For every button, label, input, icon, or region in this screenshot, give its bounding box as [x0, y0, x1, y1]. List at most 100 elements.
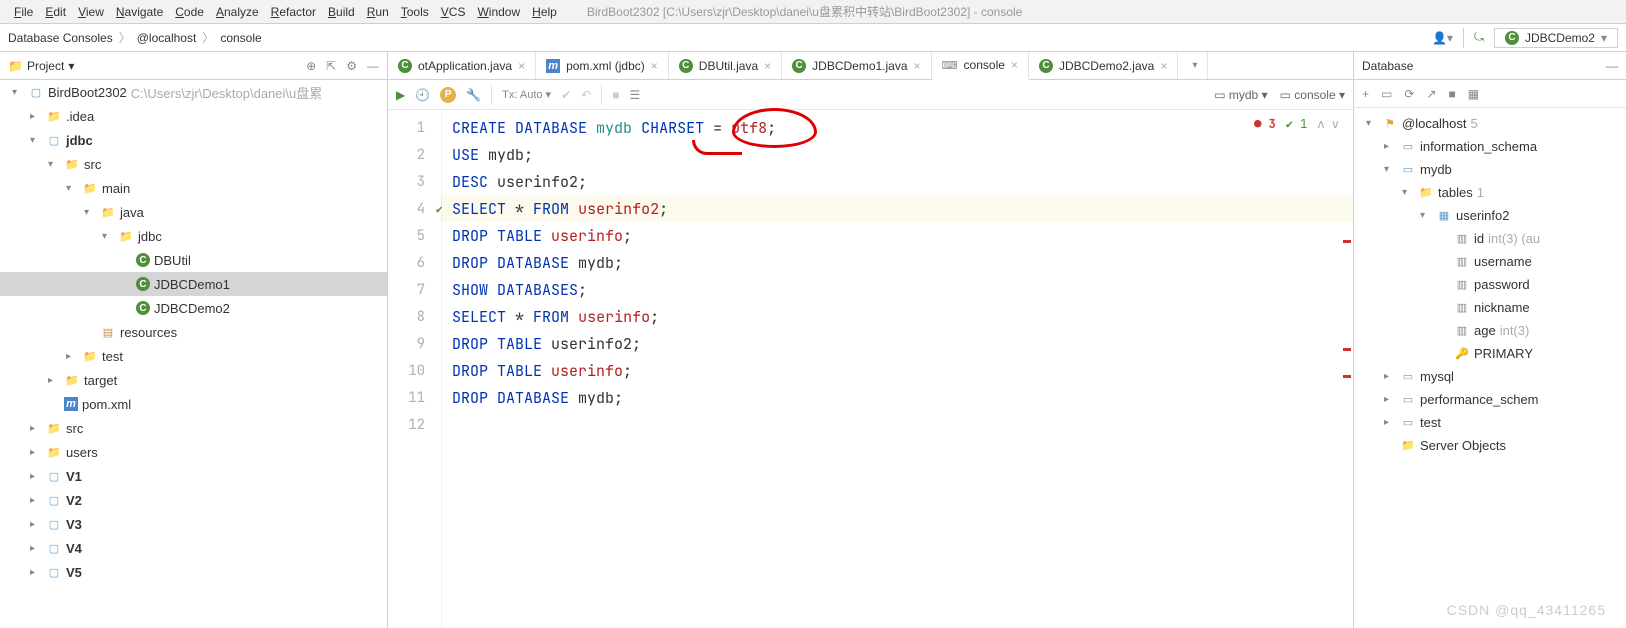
tree-item[interactable]: ▸▢V3 [0, 512, 387, 536]
close-icon[interactable]: × [518, 59, 525, 73]
filter-icon[interactable]: ▦ [1468, 87, 1479, 101]
code-line[interactable]: DESC userinfo2; [442, 168, 1353, 195]
stop-icon[interactable]: ■ [612, 88, 619, 102]
explain-icon[interactable]: P [440, 87, 456, 103]
user-icon[interactable]: 👤▾ [1432, 31, 1453, 45]
db-tree-item[interactable]: 🔑PRIMARY [1354, 342, 1626, 365]
tree-item[interactable]: ▸📁test [0, 344, 387, 368]
project-tree[interactable]: ▾▢BirdBoot2302 C:\Users\zjr\Desktop\dane… [0, 80, 387, 628]
db-tree-item[interactable]: ▸▭mysql [1354, 365, 1626, 388]
menu-refactor[interactable]: Refactor [265, 3, 322, 21]
build-icon[interactable]: ⤿ [1474, 30, 1484, 45]
error-indicator[interactable]: ● 3 [1254, 116, 1276, 132]
close-icon[interactable]: × [1011, 58, 1018, 72]
warn-indicator[interactable]: ✔ 1 [1286, 116, 1308, 132]
editor-tab[interactable]: mpom.xml (jdbc)× [536, 52, 669, 79]
tx-mode[interactable]: Tx: Auto ▾ [502, 88, 551, 101]
close-icon[interactable]: × [651, 59, 658, 73]
db-tree-item[interactable]: ▾▭mydb [1354, 158, 1626, 181]
db-tree-item[interactable]: ▾⚑@localhost 5 [1354, 112, 1626, 135]
tab-overflow[interactable]: ▾ [1178, 52, 1208, 79]
menu-help[interactable]: Help [526, 3, 563, 21]
close-icon[interactable]: × [1160, 59, 1167, 73]
menu-vcs[interactable]: VCS [435, 3, 472, 21]
run-config-select[interactable]: C JDBCDemo2 ▾ [1494, 28, 1618, 48]
code-line[interactable]: SHOW DATABASES; [442, 276, 1353, 303]
menu-navigate[interactable]: Navigate [110, 3, 169, 21]
refresh-icon[interactable]: ⟳ [1404, 87, 1414, 101]
code-inspection-status[interactable]: ● 3 ✔ 1 ʌ v [1254, 116, 1339, 132]
settings-icon[interactable]: ⚙ [346, 59, 357, 73]
wrench-icon[interactable]: 🔧 [466, 88, 481, 102]
menu-file[interactable]: File [8, 3, 39, 21]
db-context[interactable]: ▭ mydb ▾ [1214, 88, 1267, 102]
tree-item[interactable]: ▾▢BirdBoot2302 C:\Users\zjr\Desktop\dane… [0, 80, 387, 104]
hide-icon[interactable]: — [1606, 59, 1618, 73]
database-tree[interactable]: ▾⚑@localhost 5▸▭information_schema▾▭mydb… [1354, 108, 1626, 628]
editor-tab[interactable]: CotApplication.java× [388, 52, 536, 79]
menu-code[interactable]: Code [169, 3, 210, 21]
menu-build[interactable]: Build [322, 3, 361, 21]
collapse-icon[interactable]: ⇱ [326, 59, 336, 73]
code-line[interactable]: DROP DATABASE mydb; [442, 249, 1353, 276]
breadcrumb-item[interactable]: console [220, 31, 261, 45]
tree-item[interactable]: ▾📁jdbc [0, 224, 387, 248]
history-icon[interactable]: 🕘 [415, 88, 430, 102]
code-line[interactable]: DROP TABLE userinfo; [442, 222, 1353, 249]
tree-item[interactable]: ▸▢V1 [0, 464, 387, 488]
code-line[interactable]: SELECT * FROM userinfo; [442, 303, 1353, 330]
tree-item[interactable]: ▸▢V5 [0, 560, 387, 584]
editor-tab[interactable]: ⌨console× [932, 52, 1029, 80]
db-tree-item[interactable]: ▸▭test [1354, 411, 1626, 434]
add-icon[interactable]: + [1362, 87, 1369, 101]
tree-item[interactable]: ▸▢V4 [0, 536, 387, 560]
project-panel-title[interactable]: 📁 Project ▾ [8, 59, 74, 73]
close-icon[interactable]: × [914, 59, 921, 73]
menu-analyze[interactable]: Analyze [210, 3, 265, 21]
hide-icon[interactable]: — [367, 59, 379, 73]
db-tree-item[interactable]: ▾▦userinfo2 [1354, 204, 1626, 227]
menu-view[interactable]: View [72, 3, 110, 21]
close-icon[interactable]: × [764, 59, 771, 73]
tree-item[interactable]: CDBUtil [0, 248, 387, 272]
jump-icon[interactable]: ↗ [1426, 87, 1436, 101]
db-tree-item[interactable]: ▥username [1354, 250, 1626, 273]
editor-tab[interactable]: CJDBCDemo1.java× [782, 52, 931, 79]
layout-icon[interactable]: ☰ [629, 88, 640, 102]
editor-tab[interactable]: CJDBCDemo2.java× [1029, 52, 1178, 79]
menu-run[interactable]: Run [361, 3, 395, 21]
db-tree-item[interactable]: ▸▭performance_schem [1354, 388, 1626, 411]
code-line[interactable]: DROP TABLE userinfo; [442, 357, 1353, 384]
db-tree-item[interactable]: ▥nickname [1354, 296, 1626, 319]
tree-item[interactable]: ▾📁src [0, 152, 387, 176]
db-tree-item[interactable]: 📁Server Objects [1354, 434, 1626, 457]
menu-edit[interactable]: Edit [39, 3, 72, 21]
tree-item[interactable]: CJDBCDemo2 [0, 296, 387, 320]
tree-item[interactable]: ▾▢jdbc [0, 128, 387, 152]
tree-item[interactable]: mpom.xml [0, 392, 387, 416]
code-line[interactable]: USE mydb; [442, 141, 1353, 168]
menu-window[interactable]: Window [471, 3, 526, 21]
code-line[interactable] [442, 411, 1353, 438]
ds-props-icon[interactable]: ▭ [1381, 87, 1392, 101]
code-editor[interactable]: 123456789101112 ● 3 ✔ 1 ʌ v CREATE DATAB… [388, 110, 1353, 628]
tree-item[interactable]: ▸📁src [0, 416, 387, 440]
db-tree-item[interactable]: ▥password [1354, 273, 1626, 296]
error-stripe[interactable] [1341, 110, 1353, 628]
editor-tab[interactable]: CDBUtil.java× [669, 52, 782, 79]
code-line[interactable]: CREATE DATABASE mydb CHARSET = utf8; [442, 114, 1353, 141]
code-line[interactable]: DROP TABLE userinfo2; [442, 330, 1353, 357]
breadcrumb-item[interactable]: @localhost [137, 31, 197, 45]
run-icon[interactable]: ▶ [396, 88, 405, 102]
code-line[interactable]: DROP DATABASE mydb; [442, 384, 1353, 411]
tree-item[interactable]: ▸📁.idea [0, 104, 387, 128]
rollback-icon[interactable]: ↶ [581, 88, 591, 102]
console-context[interactable]: ▭ console ▾ [1280, 88, 1345, 102]
tree-item[interactable]: ▸📁users [0, 440, 387, 464]
tree-item[interactable]: ▸▢V2 [0, 488, 387, 512]
menu-tools[interactable]: Tools [395, 3, 435, 21]
tree-item[interactable]: ▤resources [0, 320, 387, 344]
db-tree-item[interactable]: ▥id int(3) (au [1354, 227, 1626, 250]
db-tree-item[interactable]: ▸▭information_schema [1354, 135, 1626, 158]
tree-item[interactable]: ▸📁target [0, 368, 387, 392]
